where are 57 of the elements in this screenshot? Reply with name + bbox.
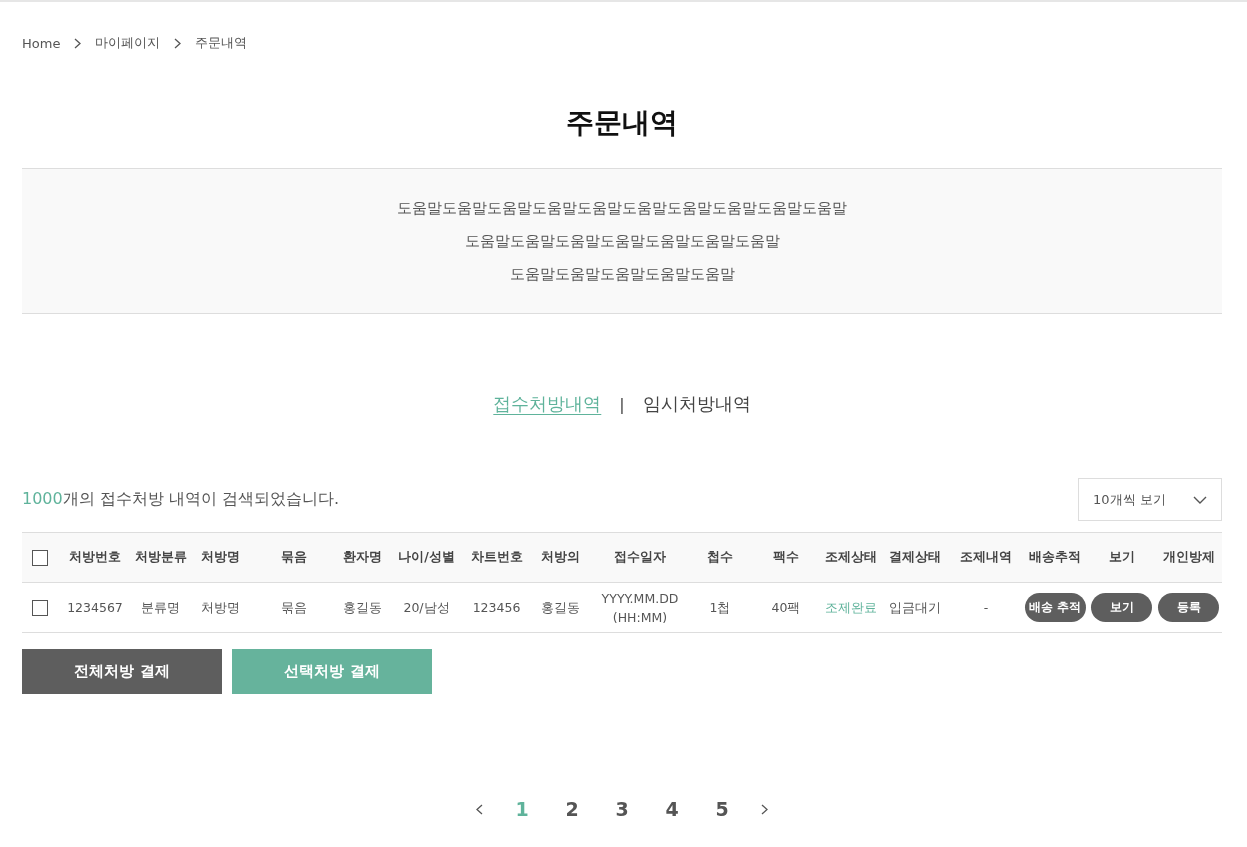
column-header: 조제상태 [824, 549, 878, 566]
help-text: 도움말도움말도움말도움말도움말도움말도움말도움말도움말도움말 [397, 198, 847, 219]
table-cell-text: 묶음 [280, 599, 308, 617]
payment-button[interactable]: 전체처방 결제 [22, 649, 222, 694]
chevron-right-icon [74, 37, 82, 49]
column-header: 묶음 [280, 549, 308, 566]
page-link[interactable]: 2 [561, 798, 583, 820]
result-count: 1000개의 접수처방 내역이 검색되었습니다. [22, 489, 340, 510]
column-header: 개인방제 [1161, 549, 1216, 566]
status-cell-text: 조제완료 [824, 599, 878, 617]
table-cell-text: 40팩 [770, 599, 802, 617]
column-header: 처방분류 [133, 549, 188, 566]
row-button[interactable]: 등록 [1158, 593, 1219, 622]
column-header: 처방명 [200, 549, 241, 566]
page-link[interactable]: 3 [611, 798, 633, 820]
page-link[interactable]: 5 [711, 798, 733, 820]
table-cell-text: 123456 [471, 599, 522, 617]
tab-separator: | [619, 394, 625, 414]
column-header: 차트번호 [469, 549, 524, 566]
help-text: 도움말도움말도움말도움말도움말도움말도움말 [464, 231, 780, 252]
breadcrumb-item[interactable]: 마이페이지 [95, 34, 161, 52]
column-header: 보기 [1107, 549, 1136, 566]
table-cell-text: 분류명 [140, 599, 181, 617]
row-button[interactable]: 보기 [1091, 593, 1152, 622]
table-cell-text: 20/남성 [402, 599, 451, 617]
column-header: 접수일자 [613, 549, 667, 566]
column-header: 팩수 [772, 549, 800, 566]
page-title: 주문내역 [565, 105, 679, 141]
chevron-left-icon [476, 803, 483, 815]
column-header: 처방의 [539, 549, 581, 566]
breadcrumb-item[interactable]: Home [22, 35, 61, 51]
chevron-right-icon [174, 37, 182, 49]
table-cell-text: 홍길동 [539, 599, 581, 617]
column-header: 배송추적 [1028, 549, 1082, 566]
column-header: 환자명 [342, 549, 383, 566]
row-button[interactable]: 배송 추적 [1024, 593, 1086, 622]
table-cell-text: - [982, 599, 990, 617]
column-header: 조제내역 [959, 549, 1013, 566]
table-cell-text: 1234567 [66, 599, 124, 617]
table-cell-text: 홍길동 [342, 599, 383, 617]
column-header: 나이/성별 [397, 549, 456, 566]
breadcrumb-item[interactable]: 주문내역 [195, 34, 248, 52]
table-cell-text: 1첩 [708, 599, 732, 617]
tab[interactable]: 임시처방내역 [642, 392, 751, 416]
row-checkbox[interactable] [31, 599, 48, 616]
column-header: 처방번호 [68, 549, 122, 566]
chevron-right-icon [761, 803, 768, 815]
table-cell-text: 처방명 [200, 599, 241, 617]
table-cell-text: 입금대기 [888, 599, 942, 617]
page-size-select[interactable]: 10개씩 보기 [1078, 478, 1222, 521]
page-link[interactable]: 4 [661, 798, 683, 820]
chevron-down-icon [1193, 495, 1207, 504]
column-header: 결제상태 [888, 549, 942, 566]
table-cell-text: YYYY.MM.DD (HH:MM) [600, 589, 680, 627]
help-text: 도움말도움말도움말도움말도움말 [509, 264, 735, 285]
column-header: 첩수 [706, 549, 734, 566]
select-all-checkbox[interactable] [31, 549, 48, 566]
